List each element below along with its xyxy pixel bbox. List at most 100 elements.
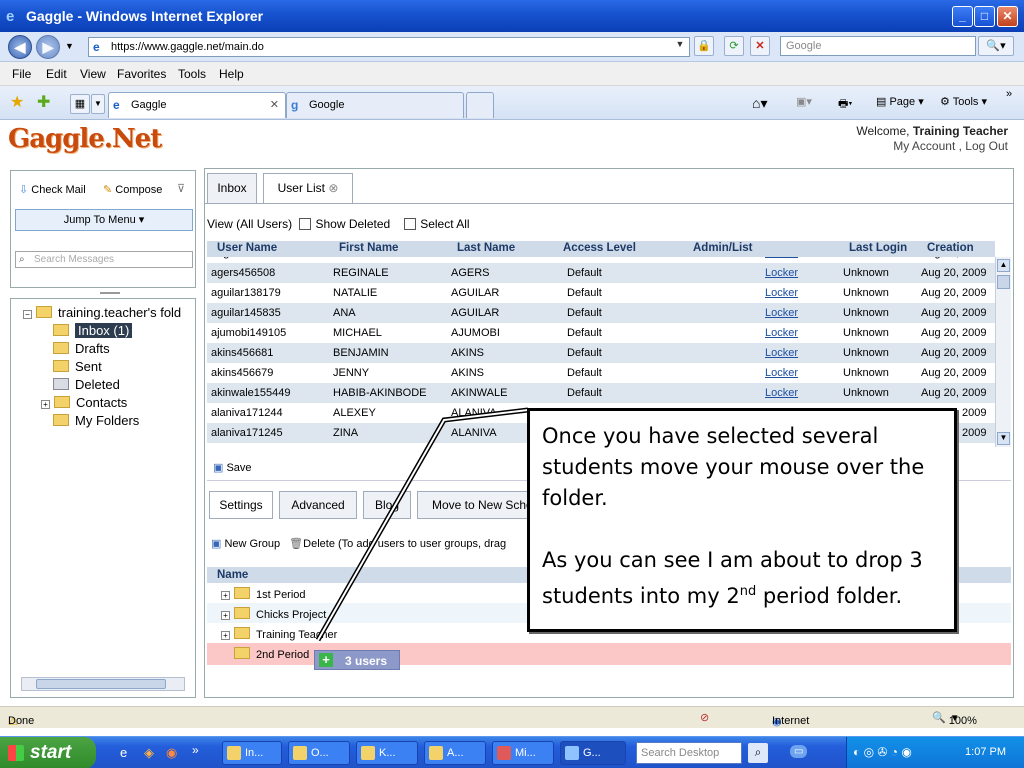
browser-search-input[interactable]: Google	[780, 36, 976, 56]
taskbar-item-1[interactable]: In...	[222, 741, 282, 765]
tab-user-list[interactable]: User List ⊗	[263, 173, 353, 204]
menu-edit[interactable]: Edit	[46, 67, 67, 81]
group-1st-period[interactable]: +1st Period	[221, 587, 306, 601]
folder-contacts[interactable]: + Contacts	[41, 395, 127, 410]
col-creation[interactable]: Creation	[927, 242, 974, 254]
subtab-settings[interactable]: Settings	[209, 491, 273, 519]
tools-menu[interactable]: ⚙ Tools ▾	[940, 95, 987, 108]
subtab-blog[interactable]: Blog	[363, 491, 411, 519]
expand-icon[interactable]: +	[221, 591, 230, 600]
horizontal-scrollbar[interactable]	[21, 677, 185, 691]
quick-tabs-icon[interactable]: ▦	[70, 94, 90, 114]
col-last-name[interactable]: Last Name	[457, 242, 515, 254]
cell-locker[interactable]: Locker	[765, 267, 835, 279]
col-user-name[interactable]: User Name	[217, 242, 277, 254]
scroll-down-icon[interactable]: ▼	[997, 432, 1010, 445]
delete-button[interactable]: 🗑Delete (To add users to user groups, dr…	[289, 538, 506, 550]
taskbar-item-4[interactable]: A...	[424, 741, 486, 765]
table-row[interactable]: akinwale155449 HABIB-AKINBODE AKINWALE Defa…	[207, 383, 995, 403]
search-icon[interactable]: 🔍▾	[978, 36, 1014, 56]
search-messages-input[interactable]: ⌕ Search Messages	[15, 251, 193, 268]
menu-view[interactable]: View	[80, 67, 106, 81]
folder-my-folders[interactable]: My Folders	[53, 413, 139, 428]
table-row[interactable]: akins456681 BENJAMIN AKINS Default Locker Unk…	[207, 343, 995, 363]
save-button[interactable]: ▣ Save	[213, 461, 252, 474]
page-menu[interactable]: ▤ Page ▾	[876, 95, 924, 108]
expand-icon[interactable]: +	[221, 631, 230, 640]
cell-locker[interactable]: Locker	[765, 327, 835, 339]
scroll-thumb[interactable]	[36, 679, 166, 689]
col-last-login[interactable]: Last Login	[849, 242, 907, 254]
select-all-checkbox[interactable]	[404, 218, 417, 230]
taskbar-item-2[interactable]: O...	[288, 741, 350, 765]
show-deleted-checkbox[interactable]	[299, 218, 312, 230]
folder-drafts[interactable]: Drafts	[53, 341, 110, 356]
my-account-link[interactable]: My Account	[893, 139, 955, 153]
compose-button[interactable]: ✎ Compose	[103, 183, 162, 196]
folder-sent[interactable]: Sent	[53, 359, 102, 374]
quick-launch-ie-icon[interactable]: e	[120, 745, 127, 760]
tab-close-icon[interactable]: ⊗	[328, 181, 338, 195]
chevron-down-icon[interactable]: ⊽	[177, 182, 185, 195]
tab-close-icon[interactable]: ✕	[270, 98, 279, 111]
scroll-up-icon[interactable]: ▲	[997, 259, 1010, 272]
col-admin-list[interactable]: Admin/List	[693, 242, 752, 254]
menu-favorites[interactable]: Favorites	[117, 67, 166, 81]
taskbar-item-3[interactable]: K...	[356, 741, 418, 765]
quick-launch-chevron-icon[interactable]: »	[192, 743, 199, 757]
forward-button[interactable]: ▶	[36, 35, 60, 59]
start-button[interactable]: start	[0, 737, 96, 768]
col-access-level[interactable]: Access Level	[563, 242, 636, 254]
expand-icon[interactable]: +	[221, 611, 230, 620]
jump-to-menu-button[interactable]: Jump To Menu ▾	[15, 209, 193, 231]
zoom-control[interactable]: 🔍 100% ▾	[932, 711, 977, 727]
expand-icon[interactable]: +	[41, 400, 50, 409]
print-icon[interactable]: 🖶▾	[838, 95, 852, 114]
cell-locker[interactable]: Locker	[765, 387, 835, 399]
table-row[interactable]: aguilar145835 ANA AGUILAR Default Locker Unkn…	[207, 303, 995, 323]
vertical-scrollbar[interactable]: ▲ ▼	[995, 257, 1011, 447]
group-training-teacher[interactable]: + Training Teacher	[221, 627, 337, 641]
address-field[interactable]: e https://www.gaggle.net/main.do ▼	[88, 37, 690, 57]
browser-tab-google[interactable]: g Google	[286, 92, 464, 118]
group-2nd-period[interactable]: 2nd Period	[234, 647, 309, 661]
refresh-icon[interactable]: ⟳	[724, 36, 744, 56]
search-icon[interactable]: ⌕	[748, 743, 768, 763]
subtab-advanced[interactable]: Advanced	[279, 491, 357, 519]
collapse-icon[interactable]: −	[23, 310, 32, 319]
history-dropdown-icon[interactable]: ▼	[65, 41, 74, 51]
quick-launch-icon[interactable]: ◈	[144, 745, 154, 761]
firefox-icon[interactable]: ◉	[166, 745, 177, 761]
folder-deleted[interactable]: Deleted	[53, 377, 120, 392]
cell-locker[interactable]: Locker	[765, 307, 835, 319]
menu-help[interactable]: Help	[219, 67, 244, 81]
tray-icons[interactable]: ◐ ◎ ✇ ◔ ◉	[853, 745, 912, 759]
col-first-name[interactable]: First Name	[339, 242, 398, 254]
folder-root[interactable]: − training.teacher's fold	[23, 305, 181, 320]
back-button[interactable]: ◀	[8, 35, 32, 59]
battery-icon[interactable]: ▭	[790, 745, 808, 758]
table-row[interactable]: agers456508 REGINALE AGERS Default Locker Unk…	[207, 263, 995, 283]
stop-icon[interactable]: ✕	[750, 36, 770, 56]
lock-icon[interactable]: 🔒	[694, 36, 714, 56]
taskbar-item-6[interactable]: G...	[560, 741, 626, 765]
log-out-link[interactable]: Log Out	[965, 139, 1008, 153]
taskbar-item-5[interactable]: Mi...	[492, 741, 554, 765]
feeds-icon[interactable]: ▣▾	[796, 95, 812, 108]
table-row[interactable]: ajumobi149105 MICHAEL AJUMOBI Default Locker…	[207, 323, 995, 343]
new-group-button[interactable]: ▣ New Group	[211, 538, 280, 550]
minimize-button[interactable]: _	[952, 6, 973, 27]
address-dropdown-icon[interactable]: ▼	[673, 39, 687, 55]
cell-locker[interactable]: Locker	[765, 367, 835, 379]
cell-locker[interactable]: Locker	[765, 347, 835, 359]
chevron-more-icon[interactable]: »	[1006, 88, 1012, 100]
maximize-button[interactable]: □	[974, 6, 995, 27]
check-mail-button[interactable]: ⇩ Check Mail	[19, 183, 86, 196]
home-icon[interactable]: ⌂▾	[752, 95, 767, 112]
tab-list-dropdown-icon[interactable]: ▼	[91, 94, 105, 114]
tab-inbox[interactable]: Inbox	[207, 173, 257, 203]
menu-file[interactable]: File	[12, 67, 31, 81]
splitter-handle[interactable]	[100, 292, 120, 294]
browser-tab-gaggle[interactable]: e Gaggle ✕	[108, 92, 286, 118]
cell-locker[interactable]: Locker	[765, 287, 835, 299]
